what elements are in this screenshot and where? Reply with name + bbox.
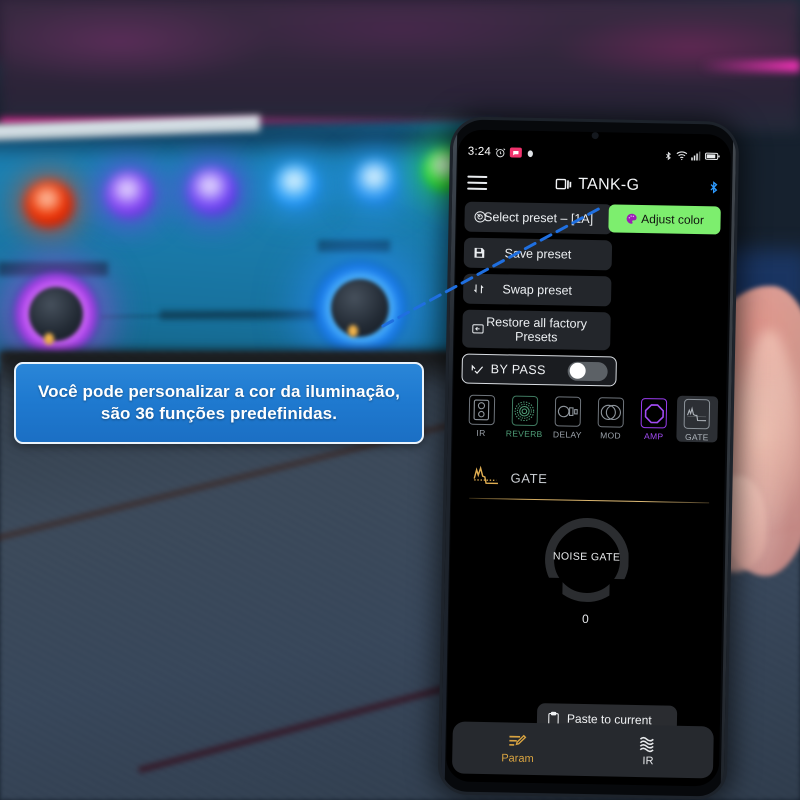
page-title: TANK-G — [578, 175, 640, 194]
app-icon — [526, 147, 535, 158]
section-title: GATE — [510, 470, 548, 486]
preset-row-3: Swap preset — [455, 273, 729, 308]
knob-value: 0 — [581, 611, 589, 627]
noise-gate-knob[interactable]: NOISE GATE 0 — [544, 517, 630, 626]
app-bar-title-group: TANK-G — [487, 174, 707, 196]
bluetooth-icon — [664, 150, 673, 161]
status-bar-left: 3:24 — [468, 146, 535, 159]
color-palette-icon — [625, 213, 637, 225]
effect-item-ir[interactable]: IR — [460, 392, 502, 439]
bypass-toggle-knob — [569, 362, 586, 379]
section-header: GATE — [451, 459, 725, 498]
bypass-toggle[interactable] — [567, 361, 608, 381]
effect-label-reverb: REVERB — [505, 428, 543, 440]
front-camera-notch — [591, 131, 599, 140]
device-cast-icon — [555, 177, 572, 191]
preset-row-4: Restore all factory Presets — [454, 309, 728, 352]
adjust-color-label: Adjust color — [641, 211, 705, 228]
restore-box-icon — [471, 322, 484, 335]
waves-icon — [638, 735, 658, 753]
status-bar: 3:24 — [458, 141, 731, 166]
status-bar-right — [664, 150, 721, 162]
pedal-led-purple-1 — [105, 171, 153, 218]
background-top-strip — [0, 0, 800, 132]
concentric-circles-icon — [511, 395, 538, 427]
callout-text: Você pode personalizar a cor da iluminaç… — [26, 381, 412, 425]
swap-arrows-icon — [472, 282, 485, 295]
effect-label-gate: GATE — [684, 431, 709, 443]
pedal-knob-blue-indicator — [348, 325, 358, 337]
callout-line-2: são 36 funções predefinidas. — [100, 404, 338, 423]
gate-waveform-icon — [684, 398, 711, 430]
preset-panel: Select preset – [1A] Adjust color Save p… — [453, 201, 729, 388]
effect-label-delay: DELAY — [552, 429, 582, 440]
effect-label-mod: MOD — [600, 430, 622, 441]
callout-box: Você pode personalizar a cor da iluminaç… — [14, 362, 424, 444]
pedal-knob-blue-cap — [332, 280, 388, 336]
adjust-color-button[interactable]: Adjust color — [608, 204, 721, 235]
pedal-knob-purple-indicator — [44, 333, 54, 345]
pedal-led-red — [24, 180, 74, 228]
select-preset-button[interactable]: Select preset – [1A] — [464, 201, 613, 235]
callout-line-1: Você pode personalizar a cor da iluminaç… — [37, 382, 401, 402]
nav-label-ir: IR — [642, 755, 654, 768]
signal-icon — [691, 151, 702, 161]
restore-factory-button[interactable]: Restore all factory Presets — [462, 309, 611, 351]
screenshot-stage: 3:24 TANK-G Select preset – [1A] Adjust … — [0, 0, 800, 800]
delay-blocks-icon — [554, 396, 582, 427]
knob-area: NOISE GATE 0 — [449, 515, 724, 630]
bypass-label: BY PASS — [490, 362, 546, 378]
app-bar: TANK-G — [457, 165, 731, 204]
status-bar-time: 3:24 — [467, 145, 492, 159]
swap-preset-button[interactable]: Swap preset — [462, 273, 612, 307]
check-arrow-icon — [471, 362, 485, 375]
restore-factory-label-2: Presets — [514, 329, 558, 345]
save-preset-button[interactable]: Save preset — [463, 237, 613, 271]
battery-icon — [704, 151, 721, 161]
effects-chain-strip: IR REVERB DELAY MOD AMP GATE — [452, 391, 726, 454]
preset-row-1: Select preset – [1A] Adjust color — [456, 201, 730, 236]
nav-item-ir[interactable]: IR — [612, 735, 685, 768]
hamburger-menu-icon[interactable] — [467, 175, 488, 191]
pedal-led-blue-2 — [352, 159, 400, 205]
effect-label-ir: IR — [476, 427, 486, 439]
effect-item-reverb[interactable]: REVERB — [504, 392, 546, 439]
overlapping-circles-icon — [597, 397, 625, 428]
bottom-navigation: Param IR — [451, 721, 714, 779]
pedal-led-blue-1 — [272, 163, 320, 209]
bluetooth-status-icon[interactable] — [707, 179, 720, 195]
bypass-row: BY PASS — [453, 353, 727, 388]
restore-factory-label-1: Restore all factory — [486, 314, 588, 331]
message-badge-icon — [509, 147, 523, 158]
phone-device: 3:24 TANK-G Select preset – [1A] Adjust … — [440, 119, 737, 797]
gate-waveform-gold-icon — [471, 465, 501, 490]
bypass-control[interactable]: BY PASS — [461, 353, 617, 387]
effect-item-gate[interactable]: GATE — [676, 395, 719, 443]
octagon-amp-icon — [640, 398, 668, 429]
pedal-led-purple-2 — [187, 167, 237, 215]
background-magenta-light — [700, 60, 800, 72]
floppy-disk-icon — [473, 246, 486, 259]
save-preset-label: Save preset — [504, 246, 572, 262]
nav-label-param: Param — [501, 752, 534, 766]
section-divider — [469, 497, 710, 504]
sliders-pencil-icon — [508, 733, 528, 751]
effect-item-delay[interactable]: DELAY — [547, 393, 589, 440]
effect-item-mod[interactable]: MOD — [590, 394, 632, 441]
phone-screen: 3:24 TANK-G Select preset – [1A] Adjust … — [445, 129, 732, 787]
nav-item-param[interactable]: Param — [481, 732, 554, 765]
alarm-clock-icon — [495, 147, 506, 158]
pedal-knob-purple-cap — [30, 288, 82, 340]
wifi-icon — [676, 151, 688, 161]
target-circle-icon — [473, 210, 486, 223]
swap-preset-label: Swap preset — [502, 282, 573, 298]
knob-label: NOISE GATE — [552, 549, 621, 564]
speaker-cabinet-icon — [468, 394, 495, 426]
select-preset-label: Select preset – [1A] — [483, 209, 594, 227]
effect-item-amp[interactable]: AMP — [633, 395, 675, 442]
effect-label-amp: AMP — [643, 431, 664, 442]
pedal-label-right — [318, 240, 390, 252]
preset-row-2: Save preset — [456, 237, 730, 272]
